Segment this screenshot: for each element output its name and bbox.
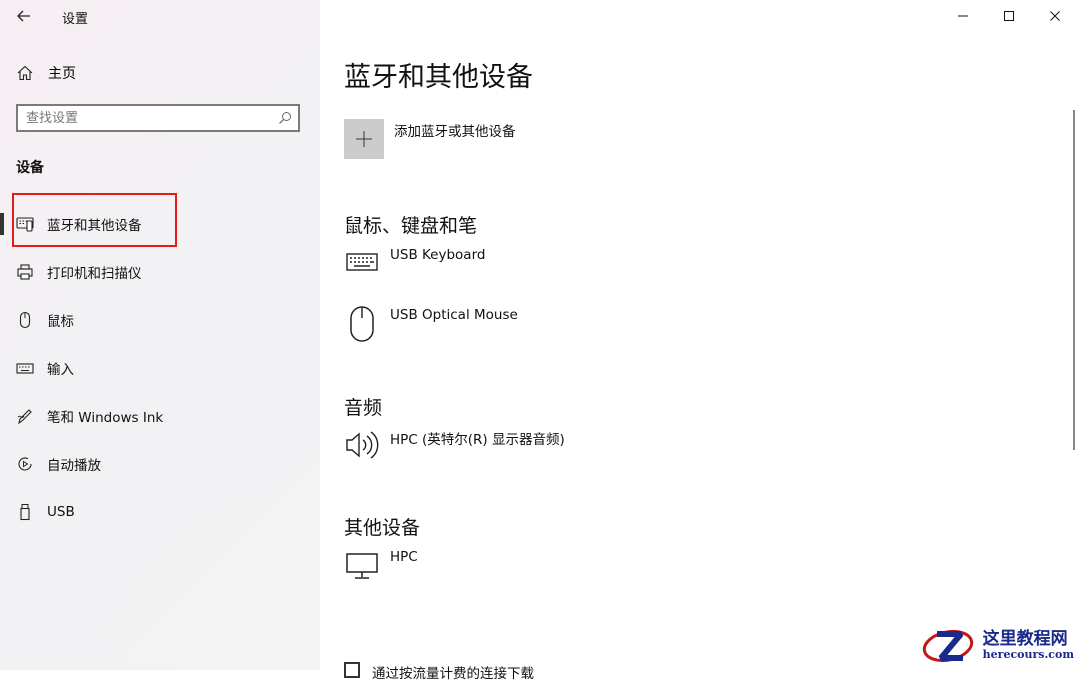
page-title: 蓝牙和其他设备 bbox=[344, 62, 533, 93]
sidebar-item-bluetooth[interactable]: 蓝牙和其他设备 bbox=[0, 200, 320, 248]
autoplay-icon bbox=[16, 455, 34, 473]
sidebar-item-label: 输入 bbox=[47, 362, 74, 378]
pen-icon bbox=[16, 407, 34, 425]
printer-icon bbox=[16, 263, 34, 281]
device-name: USB Keyboard bbox=[390, 247, 486, 263]
watermark-main-text: 这里教程网 bbox=[982, 629, 1068, 650]
sidebar-item-pen[interactable]: 笔和 Windows Ink bbox=[0, 392, 320, 440]
minimize-button[interactable] bbox=[940, 0, 986, 32]
section-title: 设备 bbox=[16, 160, 44, 176]
mouse-icon bbox=[344, 306, 380, 342]
monitor-icon bbox=[344, 548, 380, 584]
mouse-icon bbox=[16, 311, 34, 329]
watermark: 这里教程网 herecours.com bbox=[921, 626, 1074, 666]
sidebar: 设置 主页 设备 蓝牙和其他设备 bbox=[0, 0, 320, 670]
device-item[interactable]: HPC bbox=[344, 548, 418, 584]
sidebar-item-typing[interactable]: 输入 bbox=[0, 344, 320, 392]
sidebar-item-label: 打印机和扫描仪 bbox=[47, 266, 142, 282]
device-item[interactable]: USB Optical Mouse bbox=[344, 306, 518, 342]
device-name: USB Optical Mouse bbox=[390, 307, 518, 323]
group-title-audio: 音频 bbox=[344, 397, 383, 419]
main-panel: 蓝牙和其他设备 添加蓝牙或其他设备 鼠标、键盘和笔 USB Keyboard U… bbox=[320, 0, 1078, 682]
device-item[interactable]: HPC (英特尔(R) 显示器音频) bbox=[344, 427, 565, 463]
group-title-input-devices: 鼠标、键盘和笔 bbox=[344, 215, 478, 237]
sidebar-item-label: 鼠标 bbox=[47, 314, 74, 330]
sidebar-item-usb[interactable]: USB bbox=[0, 488, 320, 536]
group-title-other-devices: 其他设备 bbox=[344, 517, 421, 539]
add-device-button[interactable] bbox=[344, 119, 384, 159]
search-box[interactable] bbox=[16, 104, 300, 132]
device-name: HPC (英特尔(R) 显示器音频) bbox=[390, 432, 565, 448]
search-icon bbox=[279, 112, 291, 124]
add-device-label[interactable]: 添加蓝牙或其他设备 bbox=[394, 120, 516, 140]
metered-download-checkbox[interactable] bbox=[344, 662, 360, 678]
usb-icon bbox=[16, 503, 34, 521]
sidebar-item-label: USB bbox=[47, 504, 75, 520]
sidebar-item-mouse[interactable]: 鼠标 bbox=[0, 296, 320, 344]
titlebar-left: 设置 bbox=[0, 0, 320, 32]
metered-download-label: 通过按流量计费的连接下载 bbox=[372, 666, 534, 682]
back-arrow-icon bbox=[17, 10, 30, 22]
bluetooth-devices-icon bbox=[16, 215, 34, 233]
keyboard-icon bbox=[16, 359, 34, 377]
maximize-icon bbox=[1004, 11, 1014, 21]
sidebar-item-autoplay[interactable]: 自动播放 bbox=[0, 440, 320, 488]
keyboard-icon bbox=[344, 246, 380, 282]
app-title: 设置 bbox=[62, 12, 89, 27]
search-input[interactable] bbox=[26, 109, 266, 127]
sidebar-item-label: 笔和 Windows Ink bbox=[47, 410, 164, 426]
maximize-button[interactable] bbox=[986, 0, 1032, 32]
scrollbar[interactable] bbox=[1073, 110, 1075, 450]
home-icon bbox=[17, 65, 33, 81]
sidebar-item-label: 蓝牙和其他设备 bbox=[47, 218, 142, 234]
device-name: HPC bbox=[390, 549, 418, 565]
sidebar-item-label: 自动播放 bbox=[47, 458, 101, 474]
close-button[interactable] bbox=[1032, 0, 1078, 32]
window-controls bbox=[940, 0, 1078, 32]
home-label: 主页 bbox=[48, 66, 76, 82]
minimize-icon bbox=[958, 15, 968, 17]
sidebar-nav: 蓝牙和其他设备 打印机和扫描仪 鼠标 输入 笔和 Windows Ink 自动播… bbox=[0, 200, 320, 536]
watermark-logo bbox=[922, 629, 973, 663]
back-button[interactable] bbox=[12, 6, 36, 26]
sidebar-item-printers[interactable]: 打印机和扫描仪 bbox=[0, 248, 320, 296]
speaker-icon bbox=[344, 427, 380, 463]
plus-icon bbox=[356, 131, 372, 147]
close-icon bbox=[1050, 11, 1060, 21]
watermark-sub-text: herecours.com bbox=[982, 648, 1074, 662]
sidebar-home[interactable]: 主页 bbox=[16, 60, 76, 86]
device-item[interactable]: USB Keyboard bbox=[344, 246, 485, 282]
